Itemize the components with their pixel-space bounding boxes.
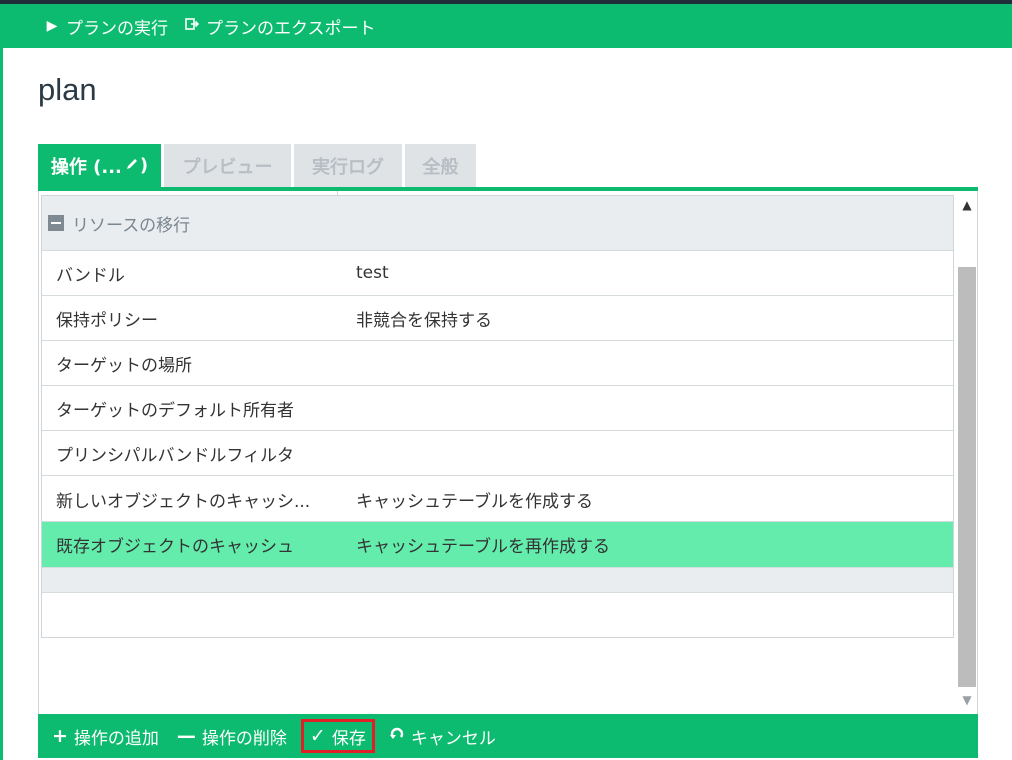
pencil-icon bbox=[125, 155, 139, 176]
tab-general-label: 全般 bbox=[422, 156, 459, 178]
export-plan-button[interactable]: プランのエクスポート bbox=[184, 14, 376, 39]
tab-general[interactable]: 全般 bbox=[405, 144, 476, 187]
plus-icon: + bbox=[52, 725, 68, 747]
row-label: 既存オブジェクトのキャッシュ bbox=[56, 537, 294, 557]
scrollbar-thumb[interactable] bbox=[958, 267, 976, 687]
tab-operations[interactable]: 操作 (... ) bbox=[38, 144, 161, 187]
section-title: リソースの移行 bbox=[72, 215, 191, 236]
tab-preview[interactable]: プレビュー bbox=[164, 144, 291, 187]
row-value: 非競合を保持する bbox=[356, 310, 492, 331]
tab-bar: 操作 (... ) プレビュー 実行ログ 全般 bbox=[38, 144, 479, 187]
row-label: 保持ポリシー bbox=[56, 310, 158, 331]
tab-preview-label: プレビュー bbox=[182, 156, 273, 178]
row-label: プリンシパルバンドルフィルタ bbox=[56, 445, 294, 466]
undo-icon bbox=[389, 725, 405, 747]
table-row[interactable]: バンドル test bbox=[42, 251, 953, 296]
cancel-button[interactable]: キャンセル bbox=[385, 719, 500, 753]
check-icon: ✓ bbox=[309, 725, 326, 747]
save-button[interactable]: ✓ 保存 bbox=[300, 719, 375, 753]
row-label: ターゲットのデフォルト所有者 bbox=[56, 400, 294, 421]
row-value: test bbox=[356, 263, 389, 283]
table-row[interactable]: 保持ポリシー 非競合を保持する bbox=[42, 296, 953, 341]
cancel-label: キャンセル bbox=[410, 728, 496, 749]
left-accent-border bbox=[0, 48, 3, 760]
top-toolbar: ▶ プランの実行 プランのエクスポート bbox=[0, 4, 1012, 48]
row-label: 新しいオブジェクトのキャッシ... bbox=[56, 491, 311, 512]
tab-execution-log-label: 実行ログ bbox=[312, 156, 384, 178]
row-label: ターゲットの場所 bbox=[56, 355, 192, 376]
properties-table: リソースの移行 バンドル test 保持ポリシー 非競合を保持する ターゲットの… bbox=[41, 195, 954, 638]
operations-panel: リソースの移行 バンドル test 保持ポリシー 非競合を保持する ターゲットの… bbox=[38, 191, 978, 714]
minus-icon: — bbox=[176, 725, 196, 747]
table-row[interactable]: ターゲットのデフォルト所有者 bbox=[42, 386, 953, 431]
tab-operations-paren: ) bbox=[139, 155, 149, 176]
row-label: バンドル bbox=[56, 265, 125, 286]
export-icon bbox=[184, 18, 200, 34]
run-plan-label: プランの実行 bbox=[66, 18, 168, 39]
run-plan-button[interactable]: ▶ プランの実行 bbox=[44, 14, 168, 39]
table-row[interactable]: 新しいオブジェクトのキャッシ... キャッシュテーブルを作成する bbox=[42, 477, 953, 522]
bottom-action-bar: + 操作の追加 — 操作の削除 ✓ 保存 キャンセル bbox=[38, 714, 978, 758]
delete-operation-button[interactable]: — 操作の削除 bbox=[173, 719, 291, 753]
minus-square-icon[interactable] bbox=[48, 215, 64, 231]
tab-operations-label: 操作 (... bbox=[50, 156, 122, 178]
scroll-up-icon[interactable]: ▲ bbox=[957, 195, 977, 215]
delete-operation-label: 操作の削除 bbox=[201, 728, 287, 749]
table-spacer-row bbox=[42, 568, 953, 593]
table-row-selected[interactable]: 既存オブジェクトのキャッシュ キャッシュテーブルを再作成する bbox=[42, 522, 953, 568]
section-header: リソースの移行 bbox=[42, 196, 953, 251]
add-operation-label: 操作の追加 bbox=[73, 728, 159, 749]
vertical-scrollbar[interactable]: ▲ ▼ bbox=[957, 191, 977, 714]
table-row[interactable]: プリンシパルバンドルフィルタ bbox=[42, 431, 953, 476]
add-operation-button[interactable]: + 操作の追加 bbox=[48, 719, 163, 753]
row-value: キャッシュテーブルを再作成する bbox=[356, 537, 610, 557]
tab-execution-log[interactable]: 実行ログ bbox=[294, 144, 402, 187]
play-icon: ▶ bbox=[46, 18, 58, 34]
table-row[interactable]: ターゲットの場所 bbox=[42, 341, 953, 386]
row-value: キャッシュテーブルを作成する bbox=[356, 491, 593, 512]
page-title: plan bbox=[38, 72, 97, 107]
save-label: 保存 bbox=[331, 728, 366, 749]
scroll-down-icon[interactable]: ▼ bbox=[957, 690, 977, 710]
export-plan-label: プランのエクスポート bbox=[206, 18, 376, 39]
